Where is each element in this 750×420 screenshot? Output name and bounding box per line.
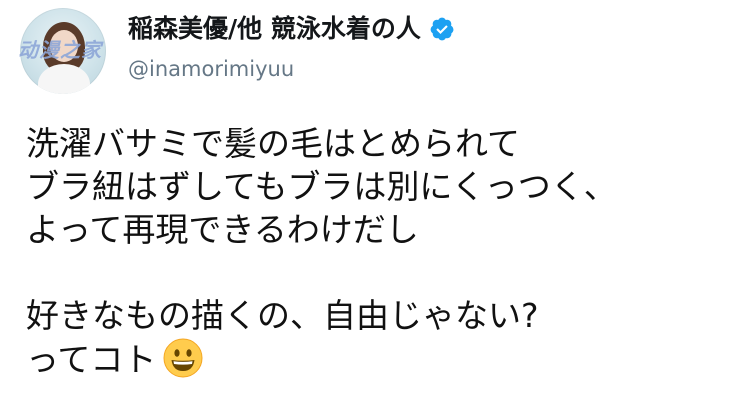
tweet-text: 洗濯バサミで髪の毛はとめられて ブラ紐はずしてもブラは別にくっつく、 よって再現… xyxy=(26,122,742,380)
tweet-line: 好きなもの描くの、自由じゃない? xyxy=(26,296,539,335)
tweet-line-text: ってコト xyxy=(26,340,157,379)
author-display-name[interactable]: 稲森美優/他 競泳水着の人 xyxy=(128,14,421,44)
author-handle[interactable]: @inamorimiyuu xyxy=(128,56,294,82)
avatar-body xyxy=(38,64,90,94)
watermark: 动漫之家 xyxy=(18,38,102,62)
tweet-card: 动漫之家 稲森美優/他 競泳水着の人 @inamorimiyuu 洗濯バサミで髪… xyxy=(0,0,750,420)
tweet-line: ブラ紐はずしてもブラは別にくっつく、 xyxy=(26,167,617,206)
tweet-line: よって再現できるわけだし xyxy=(26,210,419,249)
grinning-face-icon xyxy=(162,337,204,379)
verified-badge-icon xyxy=(429,16,455,42)
tweet-line-last: ってコト xyxy=(26,337,742,380)
tweet-line: 洗濯バサミで髪の毛はとめられて xyxy=(26,124,521,163)
author-name-row[interactable]: 稲森美優/他 競泳水着の人 xyxy=(128,14,455,44)
